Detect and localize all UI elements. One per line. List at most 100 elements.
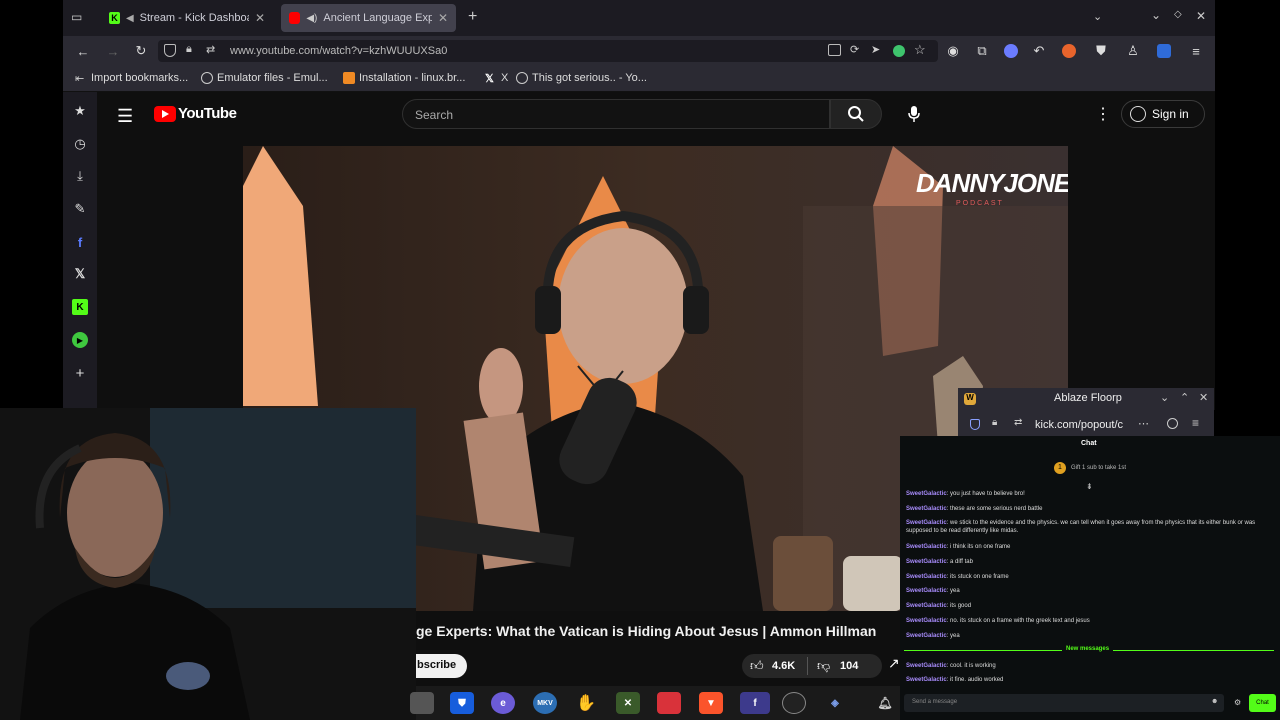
popup-chevron-icon[interactable]: ⌄ — [1160, 391, 1169, 404]
subscribe-button[interactable]: bscribe — [416, 654, 467, 678]
chat-username[interactable]: SweetGalactic — [906, 559, 947, 565]
tool-icon[interactable]: ✕ — [616, 692, 640, 714]
bookmark-label: This got serious.. - Yo... — [532, 72, 647, 84]
back-arrow-icon[interactable]: ← — [75, 43, 91, 59]
x-logo-icon[interactable]: 𝕏 — [72, 266, 88, 282]
edge-icon[interactable]: e — [491, 692, 515, 714]
send-chat-button[interactable]: Chat — [1249, 694, 1276, 712]
menu-hamburger-icon[interactable]: ≡ — [1188, 43, 1204, 59]
account-circle-icon — [1130, 106, 1146, 122]
bookmark-star-icon[interactable]: ☆ — [914, 42, 926, 58]
tab-kick-dashboard[interactable]: K ◀ Stream - Kick Dashboard ✕ — [101, 4, 273, 32]
close-window-button[interactable]: ✕ — [1196, 9, 1206, 23]
hamburger-menu-icon[interactable]: ☰ — [117, 106, 133, 127]
search-input[interactable]: Search — [402, 99, 830, 129]
menu-hamburger-icon[interactable]: ≡ — [1192, 416, 1199, 430]
undo-icon[interactable]: ↶ — [1031, 43, 1047, 59]
download-icon[interactable]: ⤓ — [72, 168, 88, 184]
bookmark-emulator[interactable]: Emulator files - Emul... — [201, 72, 328, 84]
app-icon[interactable] — [410, 692, 434, 714]
lock-icon[interactable]: 🔒︎ — [186, 43, 192, 56]
chat-username[interactable]: SweetGalactic — [906, 544, 947, 550]
account-icon[interactable] — [1167, 418, 1178, 429]
emote-icon[interactable]: ☻ — [1211, 698, 1218, 705]
chat-input[interactable]: Send a message ☻ — [904, 694, 1224, 712]
page-actions-icon[interactable]: ⋯ — [1138, 417, 1149, 430]
chat-username[interactable]: SweetGalactic — [906, 618, 947, 624]
lock-icon[interactable]: 🔒︎ — [992, 417, 997, 428]
close-tab-icon[interactable]: ✕ — [438, 11, 448, 25]
chat-username[interactable]: SweetGalactic — [906, 677, 947, 683]
hand-icon[interactable]: ✋ — [574, 692, 598, 714]
send-icon[interactable]: ➤ — [871, 43, 880, 56]
url-text: www.youtube.com/watch?v=kzhWUUUXSa0 — [230, 45, 448, 57]
sign-in-button[interactable]: Sign in — [1121, 100, 1205, 128]
obs-icon[interactable] — [782, 692, 806, 714]
reload-icon[interactable]: ↻ — [133, 43, 149, 59]
chat-username[interactable]: SweetGalactic — [906, 506, 947, 512]
bookmark-x[interactable]: 𝕏X — [485, 72, 508, 85]
chat-settings-gear-icon[interactable]: ⚙ — [1234, 698, 1241, 707]
mkv-icon[interactable]: MKV — [533, 692, 557, 714]
extensions-icon[interactable]: ⧉ — [974, 43, 990, 59]
extension-orange-icon[interactable] — [1062, 44, 1076, 58]
tab-youtube-video[interactable]: ◀) Ancient Language Experts ✕ — [281, 4, 456, 32]
audio-muted-icon[interactable]: ◀ — [126, 13, 134, 24]
shield-icon[interactable] — [970, 419, 980, 430]
chat-username[interactable]: SweetGalactic — [906, 603, 947, 609]
new-tab-button[interactable]: + — [468, 8, 477, 26]
pencil-icon[interactable]: ✎ — [72, 201, 88, 217]
extension-green-icon[interactable] — [893, 45, 905, 57]
thumbs-up-icon[interactable]: 👍︎ — [750, 658, 764, 674]
extension-blue-icon[interactable] — [1004, 44, 1018, 58]
shield-icon[interactable] — [164, 44, 176, 57]
extension-dark-blue-icon[interactable] — [1157, 44, 1171, 58]
bookmark-installation[interactable]: Installation - linux.br... — [343, 72, 465, 84]
permissions-icon[interactable]: ⇄ — [1014, 417, 1022, 428]
account-icon[interactable]: ◉ — [945, 43, 961, 59]
search-button[interactable] — [830, 99, 882, 129]
note-icon[interactable] — [657, 692, 681, 714]
thumbs-down-icon[interactable]: 👎︎ — [817, 658, 830, 674]
bookmark-import[interactable]: ⇤ Import bookmarks... — [75, 72, 188, 85]
chat-username[interactable]: SweetGalactic — [906, 663, 947, 669]
brave-icon[interactable]: ▼ — [699, 692, 723, 714]
chat-username[interactable]: SweetGalactic — [906, 520, 947, 526]
tab-list-icon[interactable]: ▭ — [71, 10, 87, 26]
bookmark-youtube[interactable]: This got serious.. - Yo... — [516, 72, 647, 84]
popup-maximize-icon[interactable]: ⌃ — [1180, 391, 1189, 404]
minimize-button[interactable]: ⌄ — [1151, 8, 1161, 22]
translate-icon[interactable]: ⟳ — [850, 43, 859, 56]
gift-sub-text[interactable]: Gift 1 sub to take 1st — [1071, 465, 1126, 471]
kick-icon[interactable]: K — [72, 299, 88, 315]
share-icon[interactable]: ↗ — [888, 655, 900, 672]
forward-arrow-icon[interactable]: → — [105, 43, 121, 59]
notification-bell-icon[interactable]: 🔔︎ — [873, 692, 897, 714]
url-bar[interactable]: 🔒︎ ⇄ www.youtube.com/watch?v=kzhWUUUXSa0… — [158, 40, 938, 62]
youtube-logo[interactable]: YouTube — [154, 105, 237, 122]
chat-username[interactable]: SweetGalactic — [906, 633, 947, 639]
more-options-icon[interactable]: ⋮ — [1095, 104, 1111, 124]
floorp-icon[interactable]: f — [740, 692, 770, 714]
close-tab-icon[interactable]: ✕ — [255, 11, 265, 25]
rumble-icon[interactable]: ▶ — [72, 332, 88, 348]
person-extension-icon[interactable]: ♙ — [1125, 43, 1141, 59]
chat-username[interactable]: SweetGalactic — [906, 588, 947, 594]
history-clock-icon[interactable]: ◷ — [72, 136, 88, 152]
audio-playing-icon[interactable]: ◀) — [306, 13, 317, 24]
bitwarden-icon[interactable]: ⛊ — [450, 692, 474, 714]
chat-username[interactable]: SweetGalactic — [906, 574, 947, 580]
star-icon[interactable]: ★ — [72, 103, 88, 119]
add-panel-icon[interactable]: + — [72, 365, 88, 382]
tab-overflow-chevron-icon[interactable]: ⌄ — [1093, 10, 1102, 23]
picture-icon[interactable] — [828, 44, 841, 56]
floorp-icon[interactable]: f — [72, 234, 88, 250]
voice-search-button[interactable] — [899, 99, 929, 129]
maximize-button[interactable]: ◇ — [1174, 9, 1182, 20]
chat-username[interactable]: SweetGalactic — [906, 491, 947, 497]
permissions-icon[interactable]: ⇄ — [206, 43, 215, 56]
stack-icon[interactable]: ◈ — [823, 692, 847, 714]
shield-extension-icon[interactable]: ⛊ — [1093, 43, 1109, 59]
popup-close-icon[interactable]: ✕ — [1199, 391, 1208, 404]
popup-url[interactable]: kick.com/popout/c — [1035, 419, 1123, 431]
